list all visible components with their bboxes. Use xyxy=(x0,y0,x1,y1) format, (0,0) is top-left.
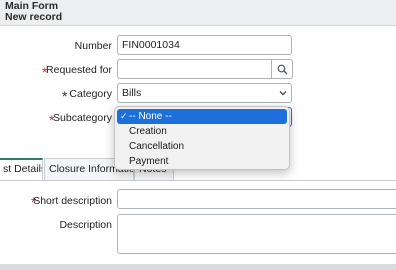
option-payment[interactable]: Payment xyxy=(117,154,287,169)
search-icon xyxy=(277,64,287,74)
subcategory-dropdown: ✓ -- None -- Creation Cancellation Payme… xyxy=(114,106,290,170)
subcategory-label: Subcategory xyxy=(53,112,112,124)
short-description-label: Short description xyxy=(33,195,112,207)
checkmark-icon: ✓ xyxy=(120,111,128,121)
tab-divider xyxy=(0,180,396,181)
number-label: Number xyxy=(74,40,112,52)
category-select[interactable]: Bills xyxy=(117,83,292,103)
category-label: Category xyxy=(69,88,112,100)
description-textarea[interactable] xyxy=(117,214,396,254)
form-subtitle: New record xyxy=(5,11,63,23)
number-field[interactable]: FIN0001034 xyxy=(117,35,292,55)
description-label: Description xyxy=(59,219,112,231)
category-value: Bills xyxy=(122,87,142,99)
lookup-button[interactable] xyxy=(272,59,293,79)
option-cancellation[interactable]: Cancellation xyxy=(117,139,287,154)
mandatory-filled-icon: * xyxy=(62,88,68,104)
tab-request-details[interactable]: st Details xyxy=(0,158,43,180)
chevron-down-icon xyxy=(279,91,287,96)
option-creation[interactable]: Creation xyxy=(117,124,287,139)
requested-for-input[interactable] xyxy=(117,59,272,79)
short-description-input[interactable] xyxy=(117,189,396,209)
bottom-divider xyxy=(0,264,396,270)
form-header: Main Form New record xyxy=(0,0,396,26)
option-none[interactable]: ✓ -- None -- xyxy=(117,109,287,124)
form-title: Main Form xyxy=(5,0,59,12)
requested-for-label: Requested for xyxy=(46,64,112,76)
